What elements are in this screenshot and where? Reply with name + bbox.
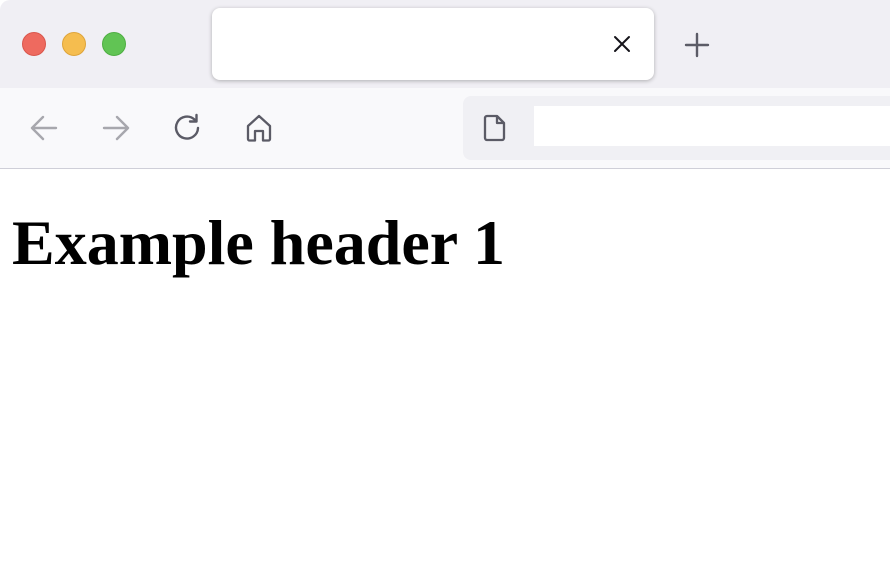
- reload-button[interactable]: [170, 110, 206, 146]
- window-close-button[interactable]: [22, 32, 46, 56]
- close-tab-button[interactable]: [608, 30, 636, 58]
- active-tab[interactable]: [212, 8, 654, 80]
- tab-title: [232, 32, 592, 56]
- home-icon: [246, 114, 272, 142]
- page-icon: [483, 114, 506, 142]
- browser-window: Example header 1: [0, 0, 890, 564]
- new-tab-button[interactable]: [680, 28, 714, 62]
- plus-icon: [684, 32, 710, 58]
- url-input[interactable]: [534, 106, 890, 146]
- page-content: Example header 1: [0, 169, 890, 564]
- navigation-toolbar: [0, 88, 890, 169]
- home-button[interactable]: [241, 110, 277, 146]
- back-button[interactable]: [26, 110, 62, 146]
- arrow-right-icon: [102, 115, 130, 141]
- window-maximize-button[interactable]: [102, 32, 126, 56]
- site-info-button[interactable]: [481, 114, 509, 142]
- forward-button[interactable]: [98, 110, 134, 146]
- reload-icon: [174, 113, 200, 140]
- page-heading: Example header 1: [12, 207, 506, 278]
- tab-strip: [0, 0, 890, 88]
- address-bar[interactable]: [463, 96, 890, 160]
- close-icon: [614, 36, 630, 52]
- arrow-left-icon: [30, 115, 58, 141]
- window-minimize-button[interactable]: [62, 32, 86, 56]
